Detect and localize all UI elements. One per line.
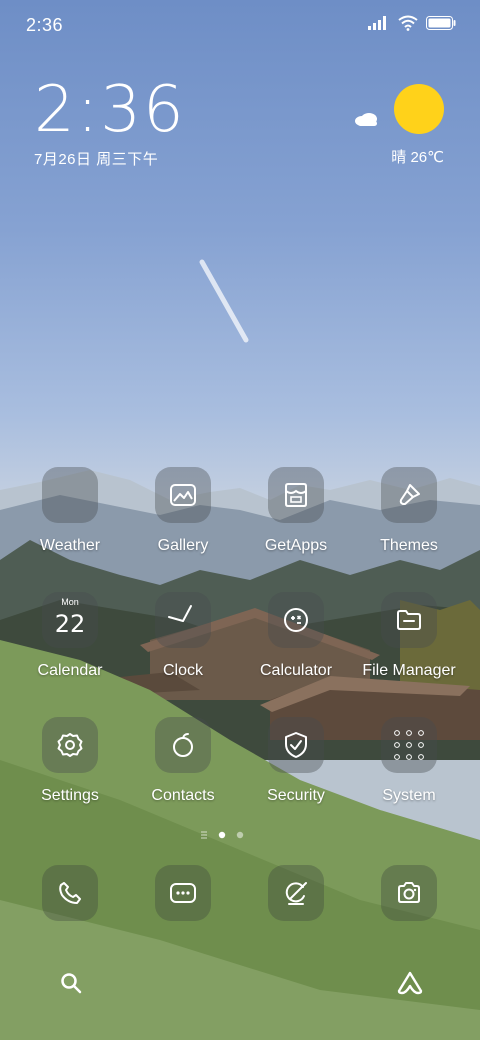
app-label: Calendar xyxy=(37,662,103,679)
app-label: Contacts xyxy=(151,787,215,804)
dock-messages[interactable] xyxy=(155,865,211,921)
widget-date: 7月26日 周三下午 xyxy=(34,151,159,168)
app-gallery[interactable]: Gallery xyxy=(127,467,239,555)
browser-icon xyxy=(285,882,307,905)
widget-time: 2:36 xyxy=(34,73,186,147)
app-contacts[interactable]: Contacts xyxy=(127,717,239,805)
app-label: Calculator xyxy=(259,662,333,679)
battery-icon xyxy=(426,16,456,30)
cloud-icon xyxy=(355,113,377,126)
sun-icon xyxy=(394,84,444,134)
clock-widget[interactable]: 2:36 7月26日 周三下午 xyxy=(34,78,186,169)
weather-summary: 晴 26℃ xyxy=(391,149,444,166)
status-icons xyxy=(368,15,456,31)
contacts-icon xyxy=(155,717,211,773)
shield-check-icon xyxy=(268,717,324,773)
dock-phone[interactable] xyxy=(42,865,98,921)
app-label: Clock xyxy=(162,662,203,679)
system-folder-icon xyxy=(381,717,437,773)
app-vault-icon xyxy=(397,971,423,995)
message-icon xyxy=(170,883,196,903)
app-label: Security xyxy=(267,787,325,804)
app-system-folder[interactable]: System xyxy=(353,717,465,805)
dock-camera[interactable] xyxy=(381,865,437,921)
app-label: File Manager xyxy=(362,662,456,679)
app-label: Settings xyxy=(41,787,99,804)
app-weather[interactable]: Weather xyxy=(14,467,126,555)
status-time: 2:36 xyxy=(26,15,64,35)
app-settings[interactable]: Settings xyxy=(14,717,126,805)
app-themes[interactable]: Themes xyxy=(353,467,465,555)
weather-icon xyxy=(42,467,98,523)
calendar-date: 22 xyxy=(54,610,86,638)
themes-brush-icon xyxy=(381,467,437,523)
app-calendar[interactable]: Mon 22 Calendar xyxy=(14,592,126,680)
page-dot-active xyxy=(218,831,226,839)
app-label: GetApps xyxy=(264,537,328,554)
app-label: System xyxy=(382,787,436,804)
app-file-manager[interactable]: File Manager xyxy=(353,592,465,680)
dock-browser[interactable] xyxy=(268,865,324,921)
clock-icon xyxy=(155,592,211,648)
app-clock[interactable]: Clock xyxy=(127,592,239,680)
app-label: Weather xyxy=(39,537,101,554)
app-label: Gallery xyxy=(157,537,209,554)
calendar-icon: Mon 22 xyxy=(42,592,98,648)
signal-icon xyxy=(368,16,386,30)
app-label: Themes xyxy=(380,537,438,554)
weather-widget[interactable]: 晴 26℃ xyxy=(354,84,444,166)
app-getapps[interactable]: GetApps xyxy=(240,467,352,555)
phone-icon xyxy=(59,882,81,904)
page-indicator[interactable] xyxy=(200,829,280,841)
search-button[interactable] xyxy=(56,968,86,998)
camera-icon xyxy=(398,882,420,903)
calculator-icon xyxy=(268,592,324,648)
list-view-icon xyxy=(201,831,207,839)
home-screen: 2:36 2:36 7月26日 周三下午 晴 26℃ Weather Galle… xyxy=(0,0,480,1040)
getapps-icon xyxy=(268,467,324,523)
wifi-icon xyxy=(398,15,418,31)
folder-icon xyxy=(381,592,437,648)
gear-icon xyxy=(42,717,98,773)
app-security[interactable]: Security xyxy=(240,717,352,805)
search-icon xyxy=(61,973,82,994)
gallery-icon xyxy=(155,467,211,523)
app-calculator[interactable]: Calculator xyxy=(240,592,352,680)
calendar-weekday: Mon xyxy=(61,597,79,607)
app-vault-button[interactable] xyxy=(395,968,425,998)
page-dot xyxy=(236,831,244,839)
status-bar: 2:36 xyxy=(0,0,480,50)
